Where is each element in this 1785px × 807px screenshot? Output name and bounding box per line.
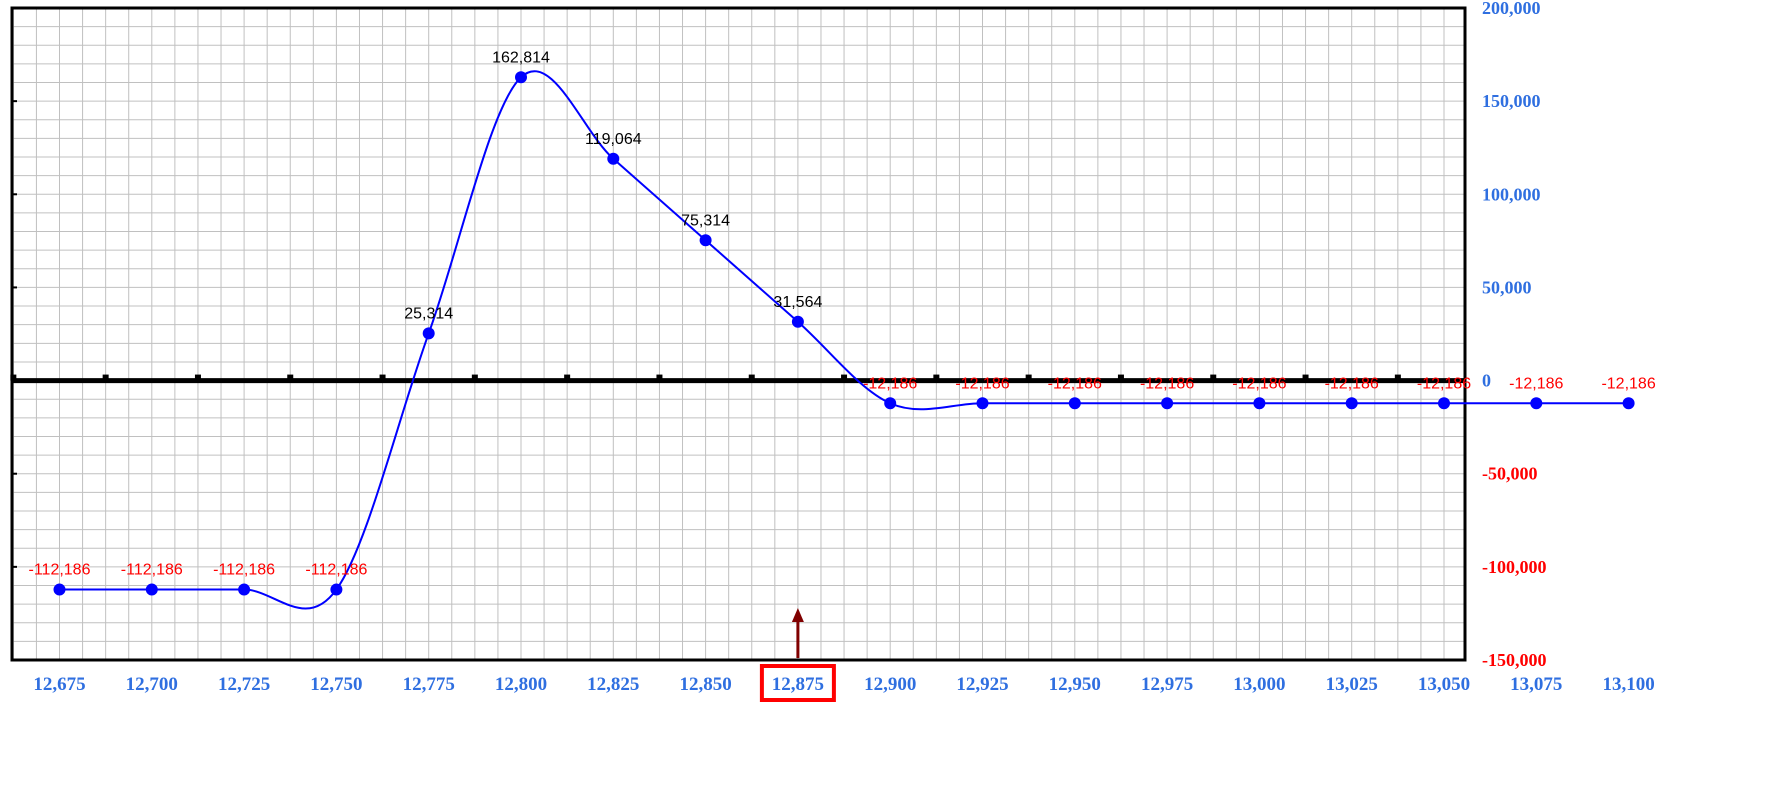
zero-axis-tick xyxy=(1025,374,1032,381)
x-tick-label: 13,050 xyxy=(1418,674,1470,695)
y-axis-ticks: 200,000 150,000 100,000 50,000 0 -50,000 -100,… xyxy=(1482,0,1547,670)
data-point xyxy=(238,583,251,596)
x-axis-ticks: 12,675 12,700 12,725 12,750 12,775 12,800 12,8… xyxy=(33,674,1654,695)
y-tick-label: 200,000 xyxy=(1482,0,1541,18)
x-tick-label: 12,975 xyxy=(1141,674,1193,695)
zero-axis-tick xyxy=(748,374,755,381)
data-point xyxy=(1622,397,1635,410)
data-point xyxy=(607,152,620,165)
y-tick-label: 100,000 xyxy=(1482,184,1541,204)
x-tick-label: 12,925 xyxy=(956,674,1008,695)
x-tick-label: 12,725 xyxy=(218,674,270,695)
x-tick-label: 13,000 xyxy=(1233,674,1285,695)
data-point xyxy=(330,583,343,596)
zero-axis-tick xyxy=(1210,374,1217,381)
data-label: -12,186 xyxy=(955,375,1009,392)
x-tick-label: 12,900 xyxy=(864,674,916,695)
zero-axis-tick xyxy=(656,374,663,381)
x-tick-label: 12,850 xyxy=(679,674,731,695)
data-label: -12,186 xyxy=(863,375,917,392)
data-point xyxy=(1253,397,1266,410)
y-tick-label: 50,000 xyxy=(1482,277,1532,297)
data-point xyxy=(145,583,158,596)
data-label: -112,186 xyxy=(305,562,367,579)
x-tick-label: 13,025 xyxy=(1326,674,1378,695)
zero-axis-tick xyxy=(287,374,294,381)
zero-axis-tick xyxy=(1302,374,1309,381)
data-point xyxy=(422,327,435,340)
data-labels: -112,186 -112,186 -112,186 -112,186 25,314 16… xyxy=(29,49,1656,578)
data-point xyxy=(699,234,712,247)
y-tick-label: -100,000 xyxy=(1482,557,1547,577)
y-tick-label: -150,000 xyxy=(1482,650,1547,670)
data-label: -112,186 xyxy=(213,562,275,579)
x-tick-label: 12,800 xyxy=(495,674,547,695)
zero-axis-tick xyxy=(933,374,940,381)
y-tick-label: 150,000 xyxy=(1482,91,1541,111)
data-label: -12,186 xyxy=(1325,375,1379,392)
data-point xyxy=(976,397,989,410)
data-point xyxy=(53,583,66,596)
data-label: -12,186 xyxy=(1232,375,1286,392)
y-tick-label: -50,000 xyxy=(1482,464,1538,484)
zero-axis-tick xyxy=(194,374,201,381)
data-label: 31,564 xyxy=(773,294,822,311)
data-label: 25,314 xyxy=(404,305,453,322)
data-label: -12,186 xyxy=(1140,375,1194,392)
data-point xyxy=(791,315,804,328)
data-point xyxy=(1438,397,1450,410)
data-label: -12,186 xyxy=(1509,375,1563,392)
zero-axis-tick xyxy=(102,374,109,381)
x-tick-label: 13,075 xyxy=(1510,674,1562,695)
data-point xyxy=(1530,397,1543,410)
x-tick-label: 12,950 xyxy=(1049,674,1101,695)
data-label: 75,314 xyxy=(681,212,730,229)
x-tick-label: 12,825 xyxy=(587,674,639,695)
x-tick-label: 12,775 xyxy=(403,674,455,695)
data-point xyxy=(884,397,897,410)
data-point xyxy=(1068,397,1081,410)
data-point xyxy=(1345,397,1358,410)
zero-axis-tick xyxy=(1394,374,1401,381)
data-label: -12,186 xyxy=(1601,375,1655,392)
data-label: -112,186 xyxy=(29,562,91,579)
data-label: -12,186 xyxy=(1048,375,1102,392)
data-label: 119,064 xyxy=(585,131,642,148)
data-label: 162,814 xyxy=(492,49,550,66)
zero-axis-tick xyxy=(471,374,478,381)
zero-axis-tick xyxy=(379,374,386,381)
pnl-chart: 12,675 12,700 12,725 12,750 12,775 12,800 12,8… xyxy=(10,0,1656,702)
x-tick-label: 12,675 xyxy=(33,674,85,695)
x-tick-label: 12,700 xyxy=(126,674,178,695)
y-tick-label: 0 xyxy=(1482,371,1491,391)
current-price-arrow-head xyxy=(791,608,804,622)
data-label: -112,186 xyxy=(121,562,183,579)
data-point xyxy=(1161,397,1174,410)
x-tick-label: 12,750 xyxy=(310,674,362,695)
data-label: -12,186 xyxy=(1417,375,1471,392)
x-tick-label: 12,875 xyxy=(772,674,824,695)
zero-axis-tick xyxy=(564,374,571,381)
zero-axis-tick xyxy=(841,374,848,381)
data-point xyxy=(515,71,527,84)
x-tick-label: 13,100 xyxy=(1602,674,1654,695)
zero-axis-tick xyxy=(1117,374,1124,381)
